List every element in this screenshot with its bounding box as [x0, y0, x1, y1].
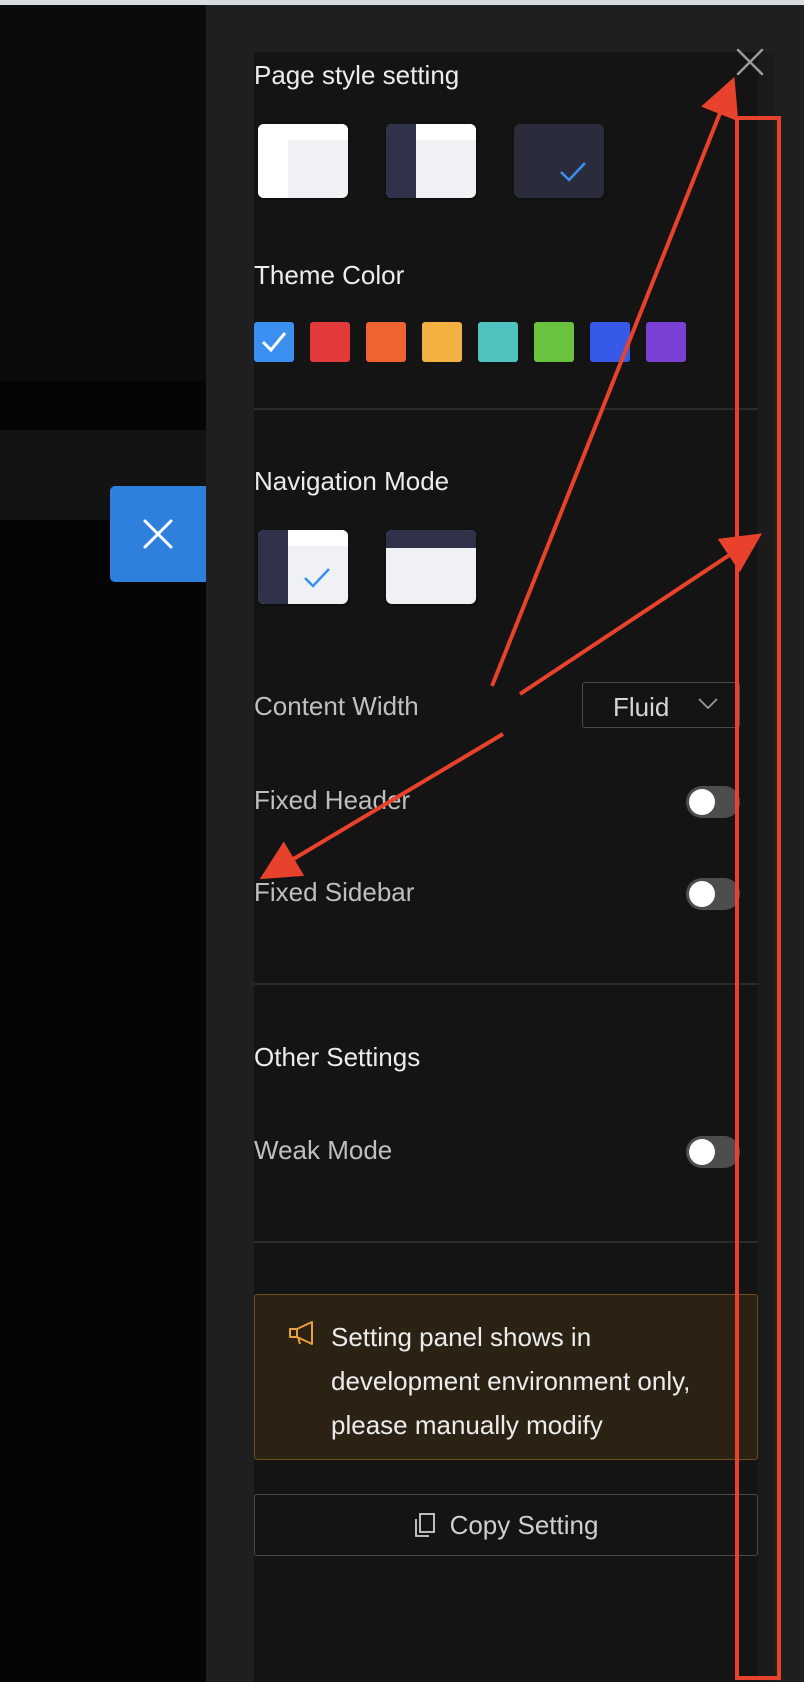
navigation-top-menu-option[interactable]	[386, 530, 476, 604]
weak-mode-label: Weak Mode	[254, 1135, 393, 1165]
theme-color-swatch[interactable]	[646, 322, 686, 362]
page-style-title: Page style setting	[254, 60, 460, 90]
section-divider	[254, 983, 758, 985]
fixed-sidebar-switch[interactable]	[686, 878, 740, 910]
fixed-header-label: Fixed Header	[254, 785, 411, 815]
content-width-value: Fluid	[613, 692, 670, 722]
theme-color-swatch[interactable]	[478, 322, 518, 362]
notice-text: Setting panel shows in development envir…	[331, 1322, 691, 1440]
other-settings-title: Other Settings	[254, 1042, 421, 1072]
check-icon	[261, 332, 287, 353]
theme-color-title: Theme Color	[254, 260, 405, 290]
check-icon	[560, 162, 586, 182]
theme-color-swatch[interactable]	[590, 322, 630, 362]
section-divider	[254, 408, 758, 410]
navigation-mode-title: Navigation Mode	[254, 466, 450, 496]
theme-color-swatch[interactable]	[534, 322, 574, 362]
theme-color-swatch[interactable]	[366, 322, 406, 362]
check-icon	[304, 568, 330, 588]
navigation-side-menu-option[interactable]	[258, 530, 348, 604]
switch-knob	[689, 789, 715, 815]
switch-knob	[689, 1139, 715, 1165]
copy-icon	[414, 1513, 435, 1537]
close-icon	[143, 519, 173, 549]
weak-mode-switch[interactable]	[686, 1136, 740, 1168]
close-drawer-button[interactable]	[735, 47, 765, 77]
drawer-toggle-button[interactable]	[110, 486, 206, 582]
copy-setting-label: Copy Setting	[449, 1509, 599, 1540]
content-width-select[interactable]: Fluid	[582, 682, 740, 728]
theme-color-swatch[interactable]	[310, 322, 350, 362]
switch-knob	[689, 881, 715, 907]
megaphone-icon	[289, 1321, 313, 1345]
drawer-scrollbar-track[interactable]	[758, 52, 774, 1682]
fixed-sidebar-label: Fixed Sidebar	[254, 877, 415, 907]
page-style-dark-sidebar-option[interactable]	[386, 124, 476, 198]
page-style-light-option[interactable]	[258, 124, 348, 198]
dev-environment-notice: Setting panel shows in development envir…	[254, 1294, 758, 1460]
content-width-label: Content Width	[254, 691, 419, 721]
close-icon	[736, 48, 764, 76]
chevron-down-icon	[698, 698, 718, 710]
theme-color-swatch[interactable]	[422, 322, 462, 362]
copy-setting-button[interactable]: Copy Setting	[254, 1494, 758, 1556]
page-style-dark-option[interactable]	[514, 124, 604, 198]
fixed-header-switch[interactable]	[686, 786, 740, 818]
theme-color-swatch[interactable]	[254, 322, 294, 362]
section-divider	[254, 1241, 758, 1243]
app-background-header-area	[0, 5, 206, 381]
